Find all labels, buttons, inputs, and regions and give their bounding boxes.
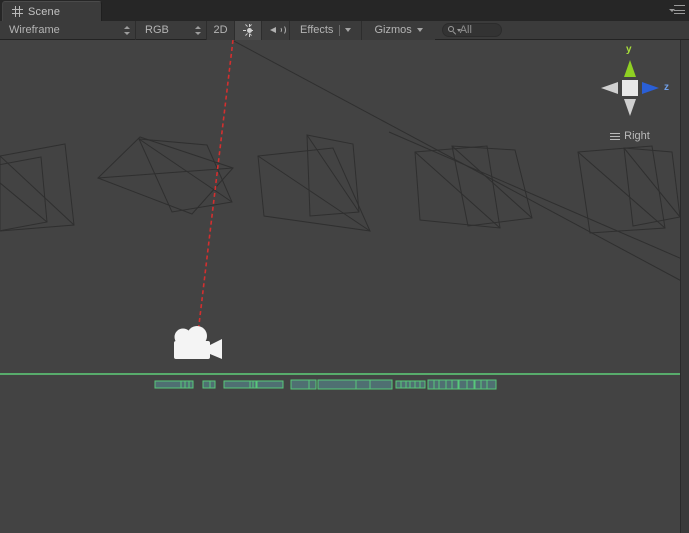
gizmo-center-cube — [622, 80, 638, 96]
color-mode-dropdown[interactable]: RGB — [136, 21, 206, 39]
collider-boxes-layer — [154, 379, 497, 390]
collider-box[interactable] — [405, 380, 411, 389]
grid-icon — [12, 6, 23, 17]
collider-box[interactable] — [252, 380, 257, 389]
updown-arrows-icon — [124, 25, 131, 36]
viewport-right-edge — [680, 40, 689, 533]
unity-scene-window: Scene Wireframe RGB 2D Effects Gizmos Al… — [0, 0, 689, 533]
collider-box[interactable] — [223, 380, 251, 389]
gizmo-axes[interactable] — [585, 44, 675, 130]
camera-icon[interactable] — [174, 326, 222, 359]
collider-box[interactable] — [184, 380, 190, 389]
wireframe-quad[interactable] — [138, 138, 233, 213]
wireframe-quad[interactable] — [623, 147, 681, 227]
gizmo-view-label: Right — [624, 130, 650, 142]
wireframe-diagonal — [306, 134, 360, 213]
speaker-icon — [270, 24, 286, 36]
scene-toolbar: Wireframe RGB 2D Effects Gizmos All — [0, 20, 689, 40]
collider-box[interactable] — [290, 379, 310, 390]
search-value: All — [459, 24, 472, 36]
panel-menu-icon[interactable] — [669, 5, 685, 17]
scene-orientation-gizmo[interactable]: y z Right — [585, 44, 675, 149]
collider-box[interactable] — [256, 380, 284, 389]
wireframe-layer — [0, 134, 681, 234]
camera-ray — [197, 40, 234, 334]
collider-box[interactable] — [474, 379, 482, 390]
collider-box[interactable] — [414, 380, 421, 389]
toggle-2d-button[interactable]: 2D — [207, 20, 234, 40]
wireframe-diagonal — [97, 167, 234, 179]
wireframe-diagonal — [0, 182, 48, 223]
wireframe-quad[interactable] — [451, 145, 533, 227]
toggle-audio-button[interactable] — [262, 20, 289, 40]
search-icon — [447, 25, 461, 35]
collider-box[interactable] — [433, 379, 440, 390]
search-input[interactable]: All — [441, 23, 502, 37]
collider-box[interactable] — [188, 380, 194, 389]
collider-box[interactable] — [395, 380, 402, 389]
draw-mode-label: Wireframe — [9, 24, 60, 36]
wireframe-quad[interactable] — [97, 136, 234, 215]
gizmo-axis-z-neg-cone — [601, 82, 618, 94]
wireframe-quad[interactable] — [0, 143, 75, 232]
color-mode-label: RGB — [145, 24, 169, 36]
wireframe-quad[interactable] — [257, 147, 371, 232]
collider-box[interactable] — [486, 379, 497, 390]
collider-box[interactable] — [480, 379, 488, 390]
collider-box[interactable] — [369, 379, 393, 390]
hamburger-icon — [610, 132, 621, 140]
tab-scene[interactable]: Scene — [2, 1, 102, 21]
gizmo-view-label-row[interactable]: Right — [585, 130, 675, 142]
draw-mode-dropdown[interactable]: Wireframe — [0, 21, 135, 39]
toggle-2d-label: 2D — [213, 24, 228, 36]
collider-box[interactable] — [409, 380, 416, 389]
wireframe-diagonal — [414, 151, 501, 229]
chevron-down-icon — [416, 28, 423, 32]
gizmo-axis-z-cone — [642, 82, 659, 94]
updown-arrows-icon — [195, 25, 202, 36]
collider-box[interactable] — [308, 379, 317, 390]
gizmo-axis-z-label: z — [664, 82, 669, 93]
collider-box[interactable] — [466, 379, 475, 390]
chevron-down-icon — [345, 28, 352, 32]
wireframe-diagonal — [577, 151, 666, 229]
wireframe-diagonal — [0, 155, 75, 226]
gizmo-axis-y-neg-cone — [624, 99, 636, 116]
gizmo-axis-y-cone — [624, 60, 636, 77]
gizmo-axis-y-label: y — [626, 44, 632, 55]
collider-box[interactable] — [202, 380, 211, 389]
collider-box[interactable] — [154, 380, 182, 389]
wireframe-diagonal — [623, 147, 681, 218]
gizmos-dropdown[interactable]: Gizmos — [362, 20, 435, 40]
toggle-lighting-button[interactable] — [235, 20, 261, 40]
collider-box[interactable] — [419, 380, 426, 389]
tab-strip: Scene — [0, 0, 689, 21]
collider-box[interactable] — [317, 379, 357, 390]
effects-divider — [339, 24, 341, 36]
collider-box[interactable] — [451, 379, 459, 390]
collider-box[interactable] — [209, 380, 216, 389]
effects-dropdown[interactable]: Effects — [290, 20, 362, 40]
collider-box[interactable] — [427, 379, 435, 390]
tab-scene-label: Scene — [28, 5, 61, 18]
wireframe-quad[interactable] — [414, 145, 501, 229]
effects-label: Effects — [300, 24, 334, 36]
collider-box[interactable] — [180, 380, 186, 389]
collider-box[interactable] — [438, 379, 447, 390]
collider-box[interactable] — [355, 379, 371, 390]
collider-box[interactable] — [458, 379, 468, 390]
gizmos-label: Gizmos — [374, 24, 412, 36]
scene-edge-line — [388, 131, 689, 263]
scene-viewport[interactable]: y z Right — [0, 40, 689, 533]
wireframe-quad[interactable] — [0, 156, 48, 233]
collider-box[interactable] — [445, 379, 453, 390]
collider-box[interactable] — [400, 380, 407, 389]
sun-icon — [243, 23, 253, 37]
